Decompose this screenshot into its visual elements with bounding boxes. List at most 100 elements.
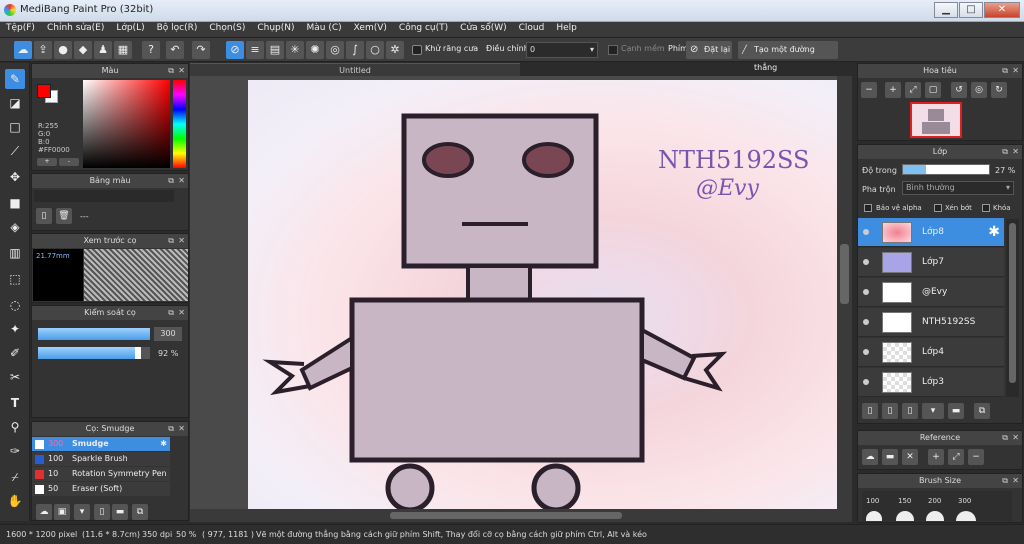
- close-reference-icon[interactable]: ✕: [902, 449, 918, 465]
- zoom-out-icon[interactable]: −: [861, 82, 877, 98]
- menu-color[interactable]: Màu (C): [301, 22, 348, 34]
- layer-scrollbar[interactable]: [1006, 219, 1019, 397]
- saturation-value-picker[interactable]: [83, 80, 170, 168]
- close-icon[interactable]: ✕: [178, 174, 185, 188]
- menu-help[interactable]: Help: [550, 22, 583, 34]
- settings-snap-icon[interactable]: ✲: [386, 41, 404, 59]
- undock-icon[interactable]: ⧉: [168, 306, 174, 320]
- copy-layer-icon[interactable]: ▯: [902, 403, 918, 419]
- close-icon[interactable]: ✕: [178, 306, 185, 320]
- blend-mode-select[interactable]: Bình thường ▾: [902, 181, 1014, 195]
- curve-snap-icon[interactable]: ∫: [346, 41, 364, 59]
- drawing-canvas[interactable]: NTH5192SS @Evy: [248, 80, 838, 510]
- brush-size-option[interactable]: 100: [866, 497, 879, 505]
- fill-rect-tool-icon[interactable]: ■: [5, 193, 25, 213]
- brush-item[interactable]: 300 Smudge ✱: [32, 437, 170, 451]
- rotate-right-icon[interactable]: ↻: [991, 82, 1007, 98]
- horizontal-scrollbar[interactable]: [190, 509, 852, 522]
- close-icon[interactable]: ✕: [178, 422, 185, 436]
- layer-type-menu-icon[interactable]: ▾: [922, 403, 944, 419]
- trash-icon[interactable]: 🗑: [56, 208, 72, 224]
- eye-icon[interactable]: [863, 259, 869, 265]
- move-tool-icon[interactable]: ✥: [5, 167, 25, 187]
- adjust-select[interactable]: 0 ▾: [526, 42, 598, 58]
- gear-icon[interactable]: ✱: [160, 437, 167, 451]
- hue-slider[interactable]: [173, 80, 186, 168]
- menu-file[interactable]: Tệp(F): [0, 22, 41, 34]
- close-icon[interactable]: ✕: [178, 64, 185, 78]
- eye-icon[interactable]: [863, 319, 869, 325]
- layer-opacity-slider[interactable]: [902, 164, 990, 175]
- close-icon[interactable]: ✕: [1012, 431, 1019, 445]
- navigator-thumbnail[interactable]: [910, 102, 962, 138]
- menu-capture[interactable]: Chụp(N): [251, 22, 300, 34]
- open-folder-icon[interactable]: ▬: [882, 449, 898, 465]
- close-icon[interactable]: ✕: [1012, 474, 1019, 488]
- brush-opacity-slider[interactable]: [38, 347, 150, 359]
- minimize-button[interactable]: ▁: [934, 2, 958, 18]
- zoom-in-icon[interactable]: +: [885, 82, 901, 98]
- brush-item[interactable]: 50 Eraser (Soft): [32, 482, 170, 496]
- cloud-save-icon[interactable]: ☁: [14, 41, 32, 59]
- undo-icon[interactable]: ↶: [166, 41, 184, 59]
- actual-size-icon[interactable]: ▢: [925, 82, 941, 98]
- undock-icon[interactable]: ⧉: [168, 422, 174, 436]
- select-tool-icon[interactable]: ⬚: [5, 269, 25, 289]
- eye-icon[interactable]: [863, 379, 869, 385]
- brush-size-option[interactable]: 200: [928, 497, 941, 505]
- add-color-button[interactable]: +: [37, 158, 57, 166]
- maximize-button[interactable]: □: [959, 2, 983, 18]
- snap-off-icon[interactable]: ⊘: [226, 41, 244, 59]
- close-icon[interactable]: ✕: [178, 234, 185, 248]
- parallel-snap-icon[interactable]: ≡: [246, 41, 264, 59]
- vertical-scroll-thumb[interactable]: [840, 244, 849, 304]
- brush-item[interactable]: 100 Sparkle Brush: [32, 452, 170, 466]
- eye-icon[interactable]: [863, 289, 869, 295]
- fit-window-icon[interactable]: ⤢: [905, 82, 921, 98]
- close-icon[interactable]: ✕: [1012, 145, 1019, 159]
- layer-item[interactable]: NTH5192SS: [858, 308, 1004, 337]
- gradient-tool-icon[interactable]: ▥: [5, 243, 25, 263]
- eyedropper-tool-icon[interactable]: ⌿: [5, 467, 25, 487]
- brush-size-grid[interactable]: 100 150 200 300: [862, 491, 1012, 521]
- rotate-left-icon[interactable]: ↺: [951, 82, 967, 98]
- divide-tool-icon[interactable]: ✑: [5, 441, 25, 461]
- gear-icon[interactable]: ✱: [988, 224, 1000, 240]
- merge-layer-icon[interactable]: ⧉: [974, 403, 990, 419]
- brush-folder-icon[interactable]: ▬: [112, 504, 128, 520]
- brush-menu-icon[interactable]: ▾: [74, 504, 90, 520]
- redo-icon[interactable]: ↷: [192, 41, 210, 59]
- undock-icon[interactable]: ⧉: [168, 174, 174, 188]
- close-button[interactable]: ✕: [984, 2, 1020, 18]
- menu-edit[interactable]: Chỉnh sửa(E): [41, 22, 110, 34]
- undock-icon[interactable]: ⧉: [1002, 474, 1008, 488]
- layer-item[interactable]: Lớp3: [858, 368, 1004, 397]
- dot-pen-tool-icon[interactable]: ⟋: [5, 141, 25, 161]
- grid-icon[interactable]: ▦: [114, 41, 132, 59]
- undock-icon[interactable]: ⧉: [168, 64, 174, 78]
- remove-color-button[interactable]: -: [59, 158, 79, 166]
- zoom-in-icon[interactable]: +: [928, 449, 944, 465]
- lasso-tool-icon[interactable]: ◌: [5, 295, 25, 315]
- select-pen-tool-icon[interactable]: ✐: [5, 343, 25, 363]
- protect-alpha-checkbox[interactable]: [864, 204, 872, 212]
- team-icon[interactable]: ♟: [94, 41, 112, 59]
- brush-size-option[interactable]: 150: [898, 497, 911, 505]
- horizontal-scroll-thumb[interactable]: [390, 512, 622, 519]
- menu-view[interactable]: Xem(V): [348, 22, 393, 34]
- fit-reference-icon[interactable]: ⤢: [948, 449, 964, 465]
- text-tool-icon[interactable]: T: [5, 393, 25, 413]
- magic-wand-tool-icon[interactable]: ✦: [5, 319, 25, 339]
- comment-icon[interactable]: ●: [54, 41, 72, 59]
- straight-line-button[interactable]: ╱ Tạo một đường thẳng: [738, 41, 838, 72]
- reset-rotation-icon[interactable]: ◎: [971, 82, 987, 98]
- undock-icon[interactable]: ⧉: [168, 234, 174, 248]
- cloud-brush-icon[interactable]: ☁: [36, 504, 52, 520]
- eye-icon[interactable]: [863, 229, 869, 235]
- foreground-color-swatch[interactable]: [37, 84, 51, 98]
- brush-size-slider[interactable]: [38, 328, 150, 340]
- operation-tool-icon[interactable]: ⚲: [5, 417, 25, 437]
- radial-snap-icon[interactable]: ✺: [306, 41, 324, 59]
- layer-item[interactable]: Lớp4: [858, 338, 1004, 367]
- canvas-area[interactable]: NTH5192SS @Evy: [190, 76, 852, 510]
